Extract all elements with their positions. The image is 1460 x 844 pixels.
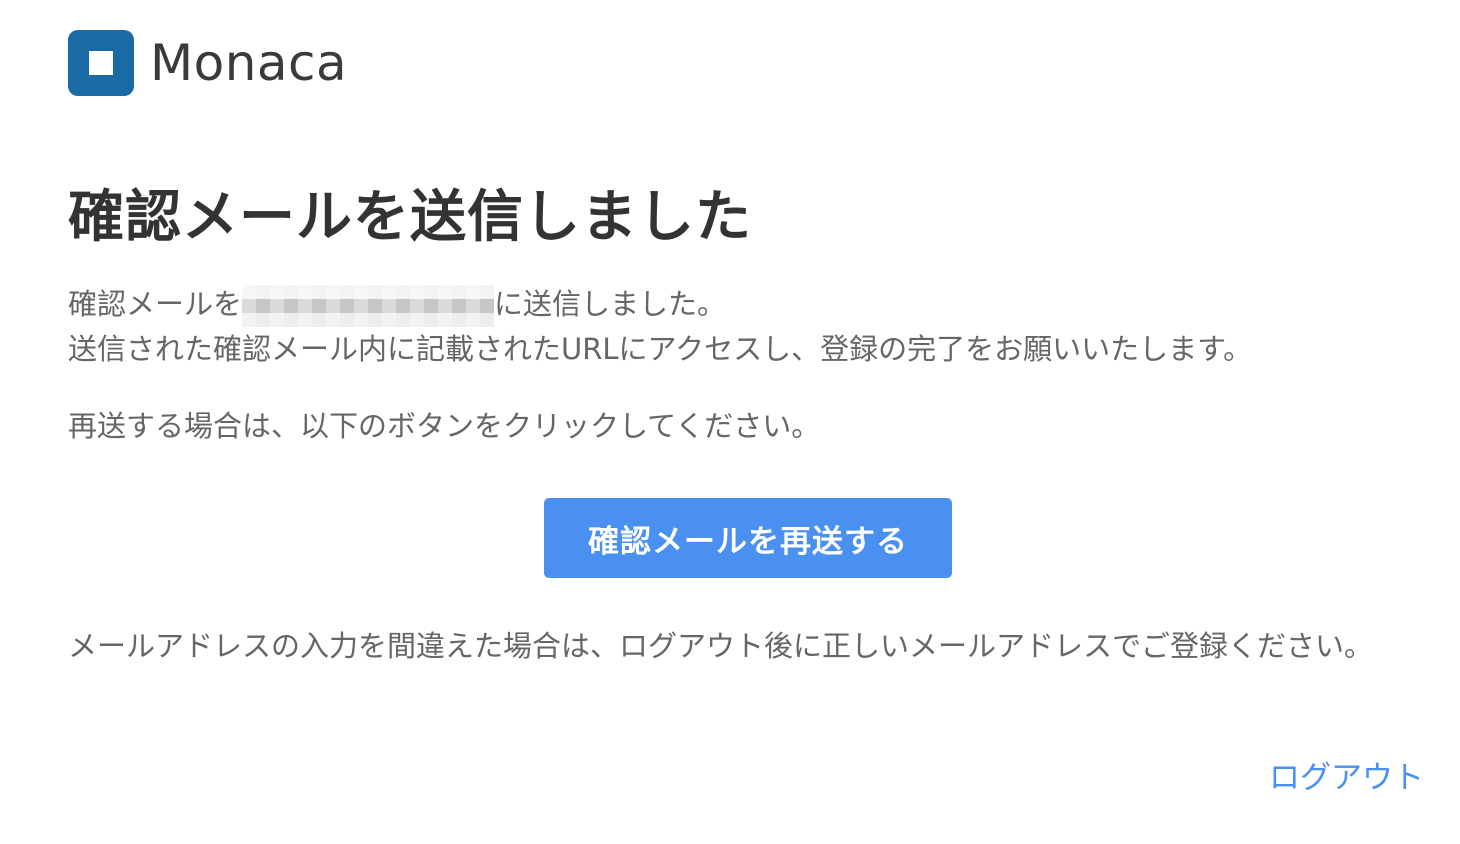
message-line-1-prefix: 確認メールを xyxy=(68,287,243,321)
message-line-2: 送信された確認メール内に記載されたURLにアクセスし、登録の完了をお願いいたしま… xyxy=(68,332,1253,366)
confirmation-message: 確認メールを に送信しました。 送信された確認メール内に記載されたURLにアクセス… xyxy=(68,282,1408,371)
logout-link[interactable]: ログアウト xyxy=(1269,752,1424,797)
logo-text: Monaca xyxy=(150,34,348,92)
monaca-logo-icon xyxy=(68,30,134,96)
resend-confirmation-button[interactable]: 確認メールを再送する xyxy=(544,498,952,578)
resend-instruction: 再送する場合は、以下のボタンをクリックしてください。 xyxy=(68,409,821,443)
redacted-email xyxy=(242,285,495,327)
message-line-1: 確認メールを に送信しました。 xyxy=(68,282,1408,327)
monaca-logo: Monaca xyxy=(68,30,347,96)
wrong-email-note: メールアドレスの入力を間違えた場合は、ログアウト後に正しいメールアドレスでご登録… xyxy=(68,629,1374,663)
message-line-1-suffix: に送信しました。 xyxy=(494,287,727,321)
page-title: 確認メールを送信しました xyxy=(68,185,752,250)
